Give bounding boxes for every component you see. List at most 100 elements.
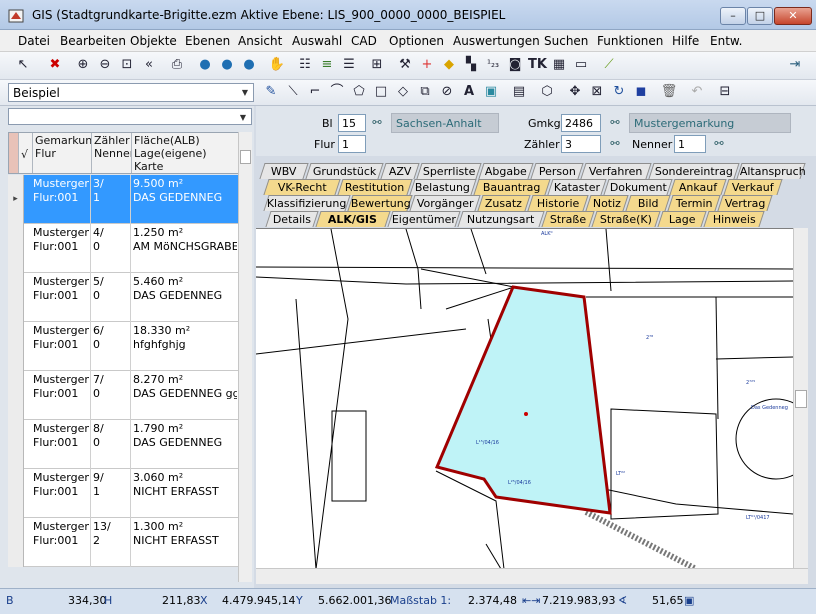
list-scroll-thumb[interactable] [240,150,251,164]
layer-combo[interactable]: Beispiel ▼ [8,83,254,102]
menu-suchen[interactable]: Suchen [544,34,588,48]
layers-icon[interactable]: ≡ [318,56,336,74]
scale-tool-icon[interactable]: ⊠ [588,83,606,101]
table-row[interactable]: ▸MustergemaFlur:0013/19.500 m²DAS GEDENN… [8,175,238,224]
map-canvas[interactable]: ALK⁰ L¹⁵/04/16 L²⁵/04/16 LT²² LT⁰¹/0417 … [255,228,816,572]
zoom-window-icon[interactable]: ⊡ [118,56,136,74]
zoom-previous-icon[interactable]: « [140,56,158,74]
bl-field[interactable]: 15 [338,114,366,132]
menu-cad[interactable]: CAD [351,34,377,48]
tab-bewertung[interactable]: Bewertung [347,195,413,211]
menu-optionen[interactable]: Optionen [389,34,444,48]
row-selector[interactable] [8,322,24,371]
copy-tool-icon[interactable]: ⧉ [416,83,434,101]
layer-list-icon[interactable]: ☰ [340,56,358,74]
menu-auswahl[interactable]: Auswahl [292,34,342,48]
menu-ansicht[interactable]: Ansicht [238,34,282,48]
menu-datei[interactable]: Datei [18,34,50,48]
globe-layers-icon[interactable]: ● [240,56,258,74]
tab-zusatz[interactable]: Zusatz [477,195,531,211]
menu-objekte[interactable]: Objekte [130,34,177,48]
chevron-down-icon[interactable]: ▼ [239,86,251,99]
numbering-icon[interactable]: ¹₂₃ [484,56,502,74]
table-row[interactable]: MustergemaFlur:0018/01.790 m²DAS GEDENNE… [8,420,238,469]
tab-termin[interactable]: Termin [667,195,721,211]
table-tool-icon[interactable]: ▤ [510,83,528,101]
measure-icon[interactable]: ⊞ [368,56,386,74]
tab-vk-recht[interactable]: VK-Recht [263,179,341,195]
rectangle-tool-icon[interactable]: □ [372,83,390,101]
tab-vertrag[interactable]: Vertrag [717,195,773,211]
checker-icon[interactable]: ▚ [462,56,480,74]
tab-notiz[interactable]: Notiz [585,195,629,211]
undo-icon[interactable]: ↶ [688,83,706,101]
tab-hinweis[interactable]: Hinweis [703,211,765,227]
tab-nutzungsart[interactable]: Nutzungsart [457,211,545,227]
tab-bauantrag[interactable]: Bauantrag [473,179,551,195]
tab-person[interactable]: Person [530,163,584,179]
filter-combo[interactable]: ▼ [8,108,252,125]
tab-straße[interactable]: Straße [541,211,595,227]
crosshair-icon[interactable]: + [418,56,436,74]
gmkg-search-binoculars-icon[interactable]: ⚯ [606,114,624,132]
tab-wbv[interactable]: WBV [259,163,309,179]
tab-ankauf[interactable]: Ankauf [669,179,727,195]
point-tool-icon[interactable]: ✎ [262,83,280,101]
chevron-down-icon[interactable]: ▼ [237,111,249,124]
close-button[interactable]: ✕ [774,7,812,25]
menu-entw[interactable]: Entw. [710,34,742,48]
grid-select-icon[interactable]: ▦ [550,56,568,74]
tab-kataster[interactable]: Kataster [547,179,607,195]
row-selector[interactable] [8,420,24,469]
zaehler-search-binoculars-icon[interactable]: ⚯ [606,135,624,153]
zoom-out-icon[interactable]: ⊖ [96,56,114,74]
curve-tool-icon[interactable]: ⌒ [328,83,346,101]
deselect-icon[interactable]: ✖ [46,56,64,74]
flaeche-column-header[interactable]: Fläche(ALB) Lage(eigene) Karte [132,133,238,173]
tab-straße-k-[interactable]: Straße(K) [591,211,661,227]
tab-sondereintrag[interactable]: Sondereintrag [648,163,740,179]
tab-lage[interactable]: Lage [657,211,707,227]
tab-bild[interactable]: Bild [625,195,671,211]
image-tool-icon[interactable]: ▣ [482,83,500,101]
text-tk-icon[interactable]: TK [528,56,547,74]
move-tool-icon[interactable]: ✥ [566,83,584,101]
text-tool-icon[interactable]: A [460,83,478,101]
properties-icon[interactable]: ⊟ [716,83,734,101]
table-row[interactable]: MustergemaFlur:0019/13.060 m²NICHT ERFAS… [8,469,238,518]
tab-azv[interactable]: AZV [380,163,420,179]
map-view[interactable]: ALK⁰ L¹⁵/04/16 L²⁵/04/16 LT²² LT⁰¹/0417 … [255,228,816,572]
nenner-field[interactable]: 1 [674,135,706,153]
exit-icon[interactable]: ⇥ [786,56,804,74]
menu-ebenen[interactable]: Ebenen [185,34,230,48]
map-vscroll-thumb[interactable] [795,390,807,408]
tab-eigentümer[interactable]: Eigentümer [387,211,461,227]
globe-refresh-icon[interactable]: ● [218,56,236,74]
layer-settings-icon[interactable]: ☷ [296,56,314,74]
polyline-tool-icon[interactable]: ⌐ [306,83,324,101]
node-tool-icon[interactable]: ⬡ [538,83,556,101]
pan-hand-icon[interactable]: ✋ [268,56,286,74]
menu-funktionen[interactable]: Funktionen [597,34,663,48]
zaehler-field[interactable]: 3 [561,135,601,153]
tab-klassifizierung[interactable]: Klassifizierung [263,195,351,211]
gemarkung-column-header[interactable]: Gemarkung Flur [33,133,92,173]
row-selector[interactable] [8,371,24,420]
tab-abgabe[interactable]: Abgabe [478,163,534,179]
tab-historie[interactable]: Historie [527,195,589,211]
tab-vorgänger[interactable]: Vorgänger [409,195,481,211]
menu-auswertungen[interactable]: Auswertungen [453,34,540,48]
tab-restitution[interactable]: Restitution [337,179,413,195]
flur-field[interactable]: 1 [338,135,366,153]
table-row[interactable]: MustergemaFlur:00113/21.300 m²NICHT ERFA… [8,518,238,567]
zoom-in-icon[interactable]: ⊕ [74,56,92,74]
table-row[interactable]: MustergemaFlur:0016/018.330 m²hfghfghjg [8,322,238,371]
row-selector[interactable] [8,469,24,518]
bl-search-binoculars-icon[interactable]: ⚯ [368,114,386,132]
tools-icon[interactable]: ⚒ [396,56,414,74]
table-row[interactable]: MustergemaFlur:0014/01.250 m²AM MöNCHSGR… [8,224,238,273]
tab-sperrliste[interactable]: Sperrliste [416,163,482,179]
tab-grundstück[interactable]: Grundstück [305,163,384,179]
tab-alk-gis[interactable]: ALK/GIS [315,211,391,227]
gmkg-field[interactable]: 2486 [561,114,601,132]
